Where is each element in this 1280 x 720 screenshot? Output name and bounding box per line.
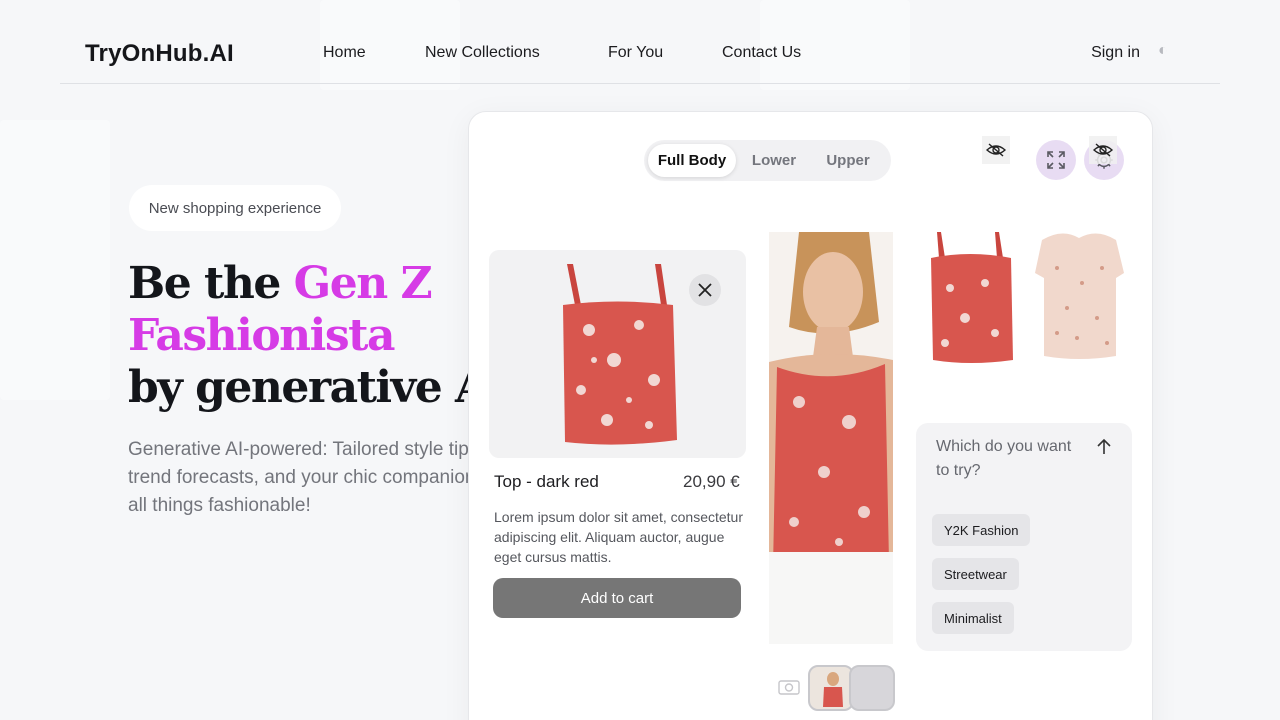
add-to-cart-button[interactable]: Add to cart	[493, 578, 741, 618]
nav-link-new-collections[interactable]: New Collections	[425, 44, 540, 62]
hero-description: Generative AI-powered: Tailored style ti…	[128, 439, 503, 516]
body-part-segmented-control: Full Body Lower Upper	[644, 140, 891, 181]
segment-lower[interactable]: Lower	[740, 144, 808, 177]
expand-icon	[1047, 151, 1065, 169]
background-tile	[0, 120, 110, 400]
hero-title: Be the Gen Z Fashionista by generative A…	[128, 258, 526, 414]
product-description: Lorem ipsum dolor sit amet, consectetur …	[494, 509, 743, 565]
model-thumbnail-image	[823, 672, 843, 707]
top-navigation: TryOnHub.AI Home New Collections For You…	[60, 22, 1220, 84]
send-arrow-icon[interactable]	[1094, 437, 1114, 457]
model-thumbnail-2[interactable]	[849, 665, 895, 711]
chat-question: Which do you want to try?	[936, 438, 1072, 479]
model-thumbnail-1[interactable]	[808, 665, 854, 711]
expand-button[interactable]	[1036, 140, 1076, 180]
theme-toggle-icon[interactable]: ◐	[1158, 42, 1176, 62]
close-icon	[698, 283, 712, 297]
segment-upper[interactable]: Upper	[812, 144, 884, 177]
suggestion-tag-minimalist[interactable]: Minimalist	[932, 602, 1014, 634]
suggestion-tag-y2k[interactable]: Y2K Fashion	[932, 514, 1031, 546]
camera-icon[interactable]	[778, 677, 802, 697]
eye-off-icon	[1093, 143, 1113, 157]
model-preview	[769, 232, 893, 644]
hero-title-start: Be the	[128, 258, 294, 309]
hide-garment-button[interactable]	[982, 136, 1010, 164]
nav-link-for-you[interactable]: For You	[608, 44, 663, 62]
leopard-top-thumbnail	[1035, 233, 1124, 359]
product-price: 20,90 €	[683, 472, 740, 491]
model-illustration	[769, 232, 893, 644]
hero-title-end: by generative AI!	[128, 362, 526, 413]
hide-garment-button[interactable]	[1089, 136, 1117, 164]
eye-off-icon	[986, 143, 1006, 157]
nav-link-home[interactable]: Home	[323, 44, 366, 62]
hero-badge: New shopping experience	[129, 185, 341, 231]
sign-in-link[interactable]: Sign in	[1091, 44, 1140, 62]
nav-link-contact-us[interactable]: Contact Us	[722, 44, 801, 62]
garment-choice-red-top[interactable]	[925, 228, 1020, 364]
suggestion-tag-streetwear[interactable]: Streetwear	[932, 558, 1019, 590]
product-name: Top - dark red	[494, 472, 599, 491]
style-chat-box: Which do you want to try? Y2K Fashion St…	[916, 423, 1132, 651]
segment-full-body[interactable]: Full Body	[648, 144, 736, 177]
red-top-thumbnail	[931, 232, 1013, 363]
brand-logo[interactable]: TryOnHub.AI	[85, 40, 234, 68]
hero-title-accent-2: Fashionista	[128, 310, 395, 361]
try-on-panel: Full Body Lower Upper Top - dark red 20,…	[468, 111, 1153, 720]
hero-title-accent-1: Gen Z	[293, 258, 433, 309]
garment-choice-leopard-top[interactable]	[1032, 228, 1127, 364]
remove-product-button[interactable]	[689, 274, 721, 306]
